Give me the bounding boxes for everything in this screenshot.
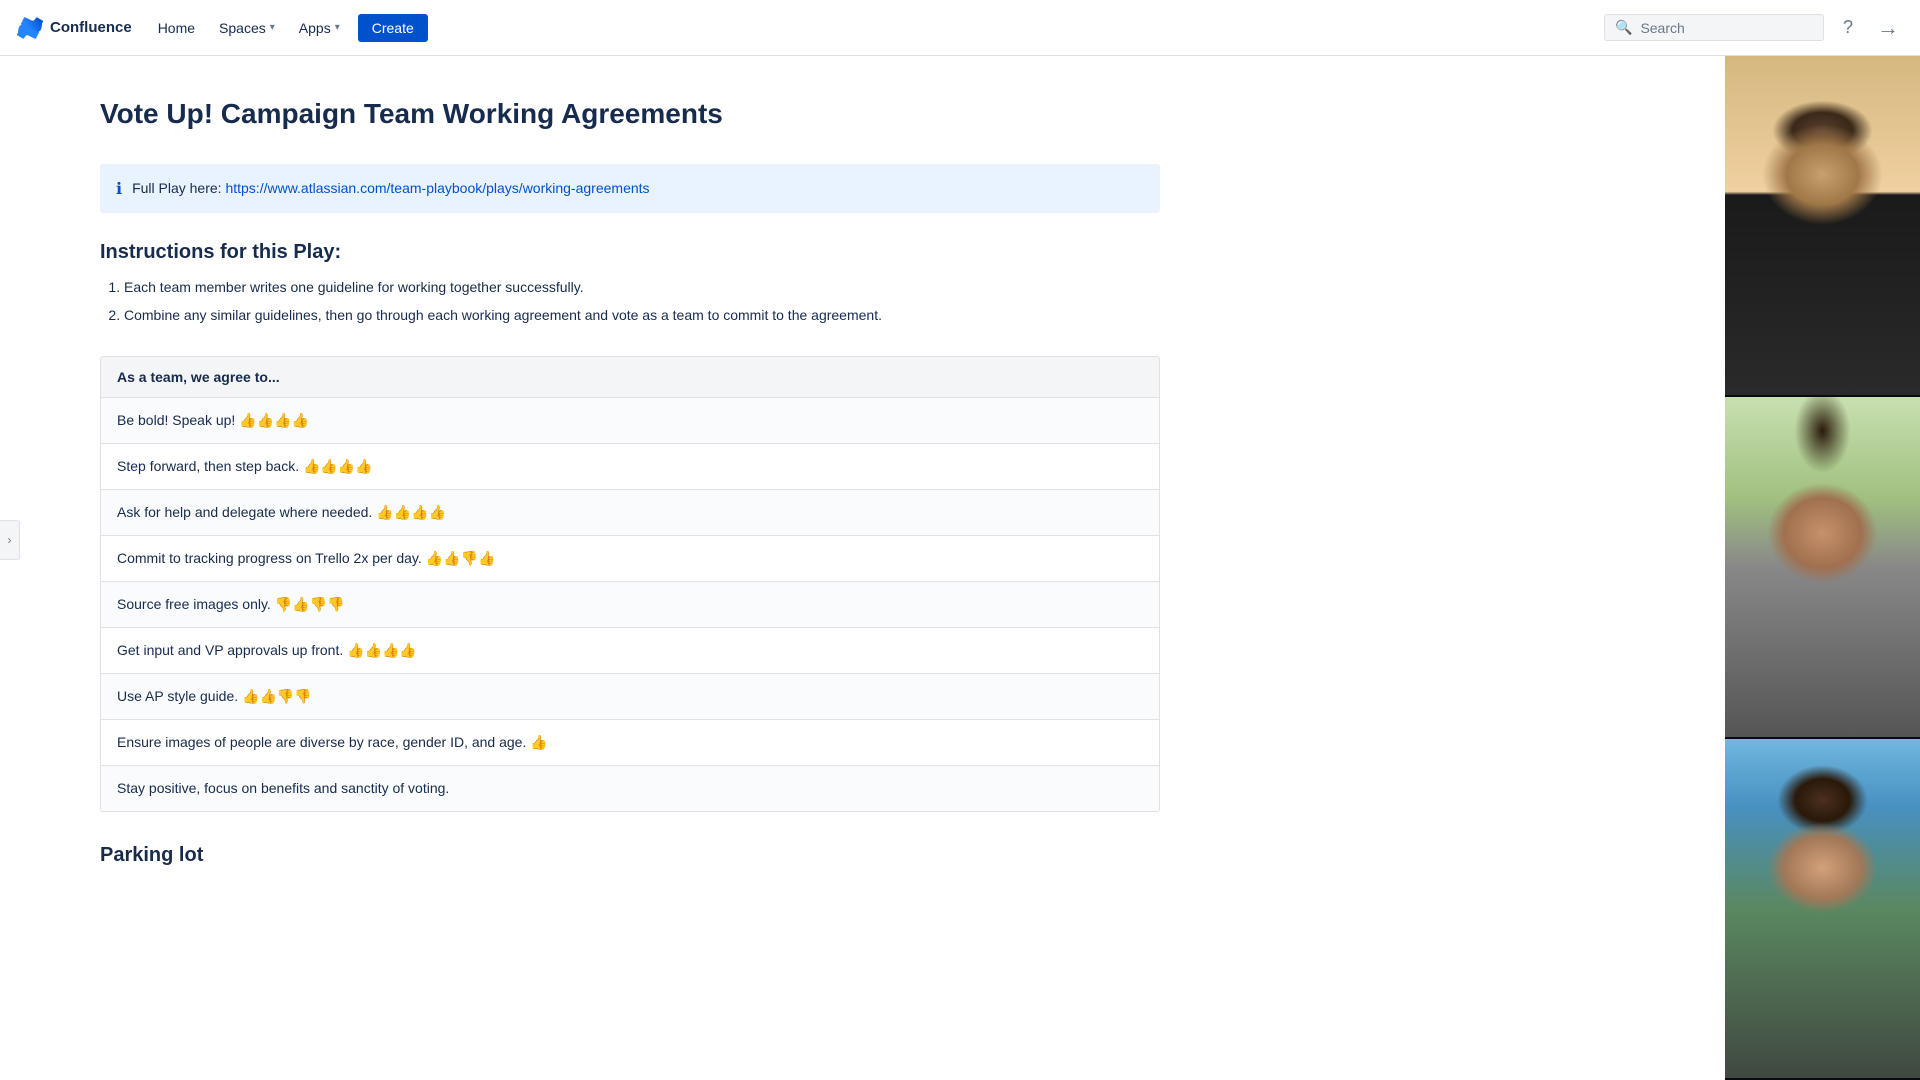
confluence-logo[interactable]: Confluence [16,14,132,42]
user-account-button[interactable]: → [1872,12,1904,44]
info-icon: ℹ [116,179,122,199]
top-navigation: Confluence Home Spaces ▾ Apps ▾ Create 🔍… [0,0,1920,56]
playbook-link[interactable]: https://www.atlassian.com/team-playbook/… [225,180,649,196]
instruction-item-1: Each team member writes one guideline fo… [124,276,1160,300]
create-button[interactable]: Create [358,14,428,42]
table-row: Source free images only. 👎👍👎👎 [101,582,1159,628]
instruction-item-2: Combine any similar guidelines, then go … [124,304,1160,328]
nav-apps[interactable]: Apps ▾ [289,14,350,42]
sidebar-toggle[interactable]: › [0,520,20,560]
table-row: Be bold! Speak up! 👍👍👍👍 [101,398,1159,444]
table-row: Get input and VP approvals up front. 👍👍👍… [101,628,1159,674]
table-header: As a team, we agree to... [101,357,1159,398]
table-row: Use AP style guide. 👍👍👎👎 [101,674,1159,720]
video-person-1 [1725,56,1920,395]
table-row: Ask for help and delegate where needed. … [101,490,1159,536]
table-row: Ensure images of people are diverse by r… [101,720,1159,766]
instructions-heading: Instructions for this Play: [100,241,1160,264]
nav-right: 🔍 Search ? → [1604,12,1904,44]
instructions-list: Each team member writes one guideline fo… [100,276,1160,328]
video-panel [1725,56,1920,1080]
main-content: Vote Up! Campaign Team Working Agreement… [0,56,1240,947]
spaces-chevron-icon: ▾ [270,22,275,33]
video-person-3 [1725,739,1920,1078]
info-box: ℹ Full Play here: https://www.atlassian.… [100,164,1160,213]
nav-spaces[interactable]: Spaces ▾ [209,14,285,42]
help-button[interactable]: ? [1832,12,1864,44]
video-person-2 [1725,397,1920,736]
logo-text: Confluence [50,19,132,36]
parking-lot-heading: Parking lot [100,844,1160,867]
video-cell-1 [1725,56,1920,397]
video-cell-2 [1725,397,1920,738]
page-title: Vote Up! Campaign Team Working Agreement… [100,96,1160,132]
search-icon: 🔍 [1615,19,1632,36]
table-row: Stay positive, focus on benefits and san… [101,766,1159,811]
search-box[interactable]: 🔍 Search [1604,14,1824,41]
table-row: Commit to tracking progress on Trello 2x… [101,536,1159,582]
info-text: Full Play here: https://www.atlassian.co… [132,178,649,199]
nav-home[interactable]: Home [148,14,205,42]
agreements-table: As a team, we agree to... Be bold! Speak… [100,356,1160,812]
table-row: Step forward, then step back. 👍👍👍👍 [101,444,1159,490]
nav-links: Home Spaces ▾ Apps ▾ Create [148,14,1604,42]
video-cell-3 [1725,739,1920,1080]
apps-chevron-icon: ▾ [335,22,340,33]
